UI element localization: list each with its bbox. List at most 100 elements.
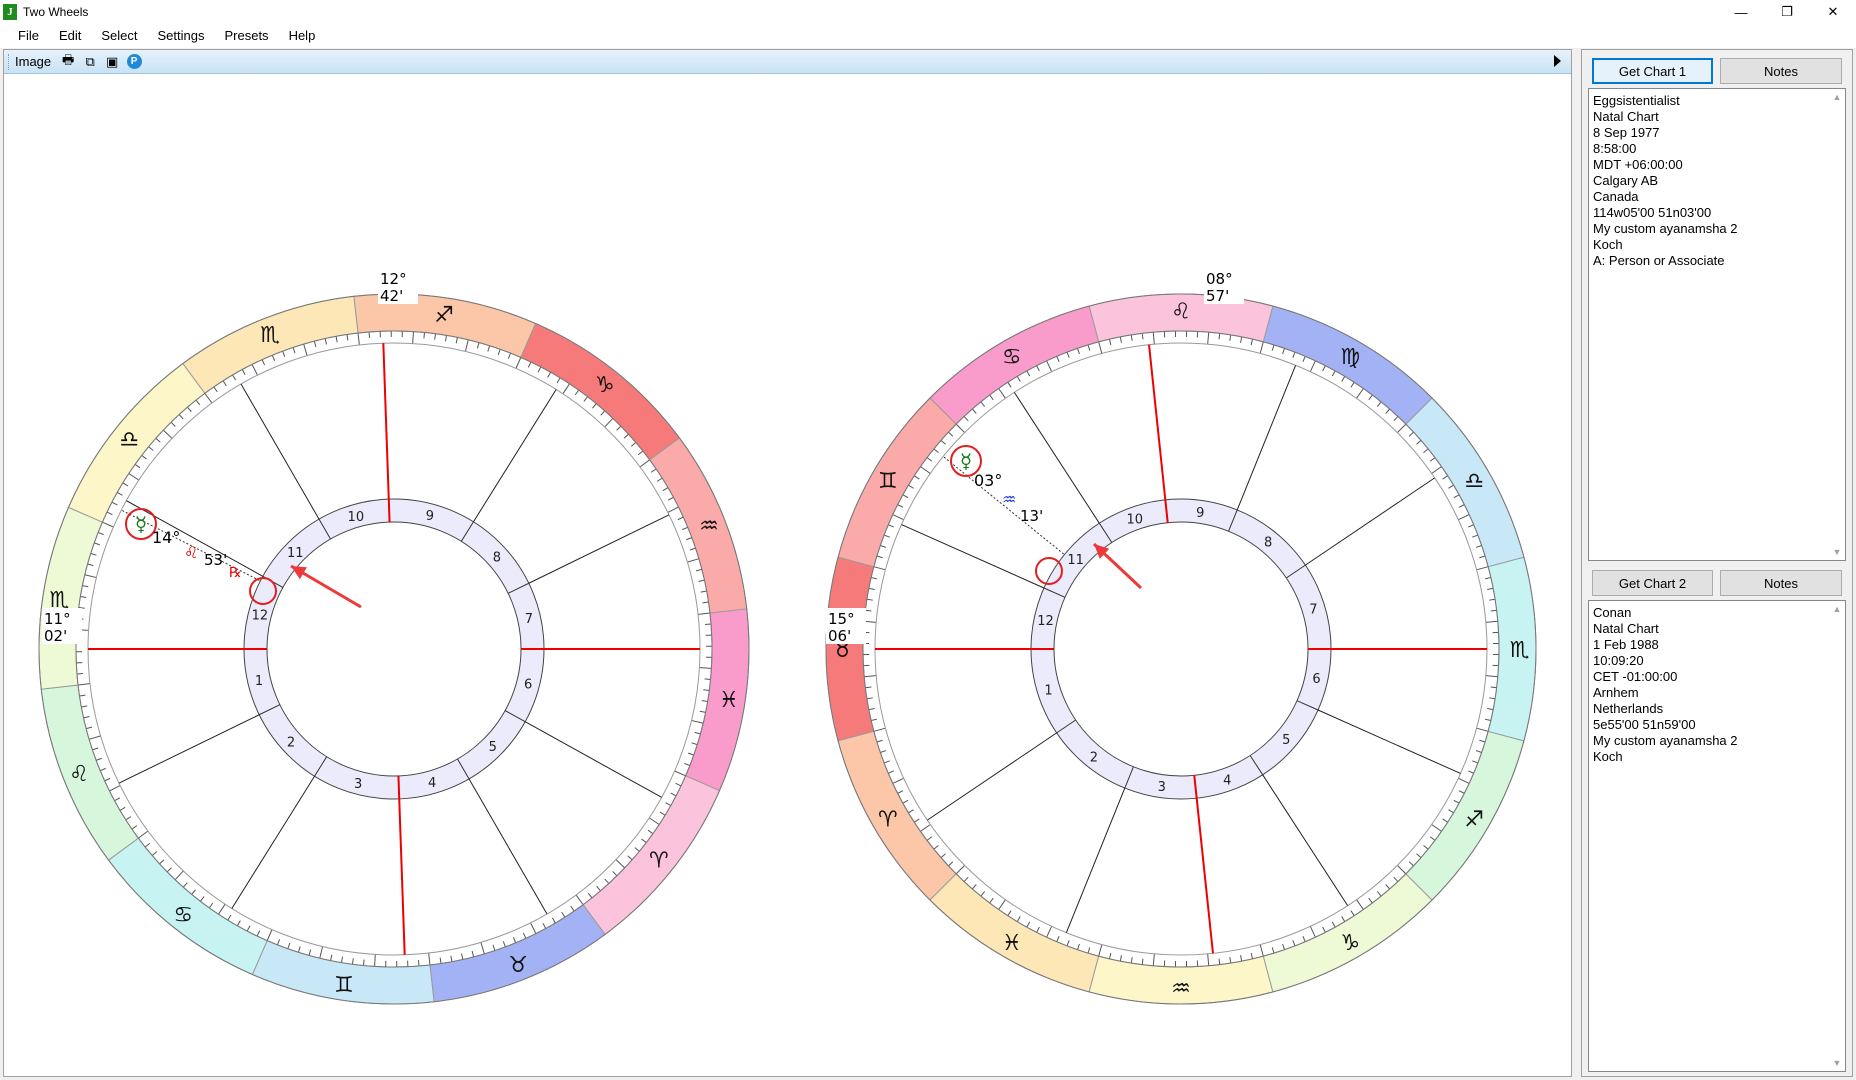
- degree-tick: [1322, 365, 1326, 372]
- degree-tick: [600, 410, 606, 416]
- degree-tick: [883, 534, 890, 538]
- degree-tick: [1259, 341, 1264, 354]
- degree-tick: [530, 922, 537, 934]
- house-ring-inner: [266, 521, 522, 777]
- degree-tick: [319, 946, 324, 959]
- toolbar-grip[interactable]: [8, 53, 11, 70]
- p-icon-wrap[interactable]: P: [125, 53, 143, 71]
- house-number: 4: [428, 776, 436, 791]
- get-chart-2-button[interactable]: Get Chart 2: [1592, 570, 1713, 596]
- chart-2-scrollbar[interactable]: ▲ ▼: [1829, 601, 1845, 1071]
- degree-tick: [200, 896, 205, 902]
- degree-tick: [656, 477, 663, 482]
- degree-tick: [346, 334, 349, 341]
- degree-tick: [892, 777, 904, 784]
- degree-tick: [1468, 770, 1474, 774]
- chart-2-info[interactable]: Conan Natal Chart 1 Feb 1988 10:09:20 CET -0…: [1588, 600, 1846, 1072]
- print-icon[interactable]: 🖶: [59, 52, 77, 71]
- degree-tick: [159, 859, 165, 865]
- degree-tick: [445, 335, 447, 342]
- toolbar-overflow-arrow-icon[interactable]: [1554, 55, 1561, 67]
- degree-tick: [871, 576, 878, 580]
- wheels-pane: Image 🖶 ⧉ ▣ P ♌ ♋ ♊ ♉ ♈ ♓ ♒ ♑ ♐ ♏ ♎ ♏ 1 2 3 4 5 6 7 8 9 10 11 1…: [3, 49, 1572, 1077]
- house-number: 12: [252, 608, 269, 623]
- degree-tick: [583, 396, 588, 402]
- degree-tick: [865, 609, 872, 612]
- chart-info-pane: Get Chart 1 Notes Eggsistentialist Natal …: [1581, 49, 1853, 1077]
- degree-tick: [1356, 899, 1364, 910]
- menu-settings[interactable]: Settings: [148, 24, 215, 48]
- house-ring-inner: [1053, 521, 1309, 777]
- degree-tick: [665, 802, 672, 807]
- degree-tick: [570, 905, 575, 912]
- degree-tick: [615, 859, 626, 869]
- degree-tick: [551, 917, 556, 924]
- degree-tick: [102, 521, 114, 528]
- degree-tick: [694, 731, 701, 735]
- degree-tick: [1416, 853, 1422, 859]
- degree-tick: [637, 450, 644, 456]
- close-button[interactable]: ✕: [1810, 0, 1856, 24]
- notes-2-button[interactable]: Notes: [1720, 570, 1842, 596]
- degree-tick: [182, 882, 188, 888]
- degree-tick: [1046, 926, 1053, 938]
- zodiac-sign-glyph-icon: ♍: [1340, 345, 1360, 370]
- degree-tick: [873, 566, 886, 571]
- scroll-up-icon[interactable]: ▲: [1829, 89, 1845, 105]
- chart2-line: Arnhem: [1593, 685, 1639, 700]
- menu-help[interactable]: Help: [279, 24, 326, 48]
- copy-icon[interactable]: ⧉: [81, 53, 99, 71]
- p-icon: P: [126, 54, 142, 69]
- menu-bar: File Edit Select Settings Presets Help: [0, 24, 1856, 48]
- zodiac-sign-glyph-icon: ♈: [649, 849, 669, 874]
- degree-tick: [1479, 739, 1486, 743]
- title-bar: J Two Wheels — ❐ ✕: [0, 0, 1856, 24]
- scroll-down-icon[interactable]: ▼: [1829, 1055, 1845, 1071]
- degree-tick: [141, 455, 147, 460]
- degree-tick: [297, 946, 301, 953]
- degree-tick: [324, 338, 327, 345]
- chart2-line: CET -01:00:00: [1593, 669, 1678, 684]
- degree-tick: [1292, 940, 1296, 947]
- degree-tick: [1087, 947, 1091, 954]
- degree-tick: [686, 537, 693, 541]
- degree-tick: [876, 739, 883, 743]
- menu-file[interactable]: File: [8, 24, 49, 48]
- house-number: 8: [493, 550, 501, 565]
- degree-tick: [461, 953, 464, 960]
- degree-tick: [1479, 555, 1486, 559]
- menu-edit[interactable]: Edit: [49, 24, 91, 48]
- degree-tick: [1368, 897, 1373, 904]
- degree-tick: [222, 380, 227, 387]
- degree-tick: [116, 491, 123, 496]
- degree-tick: [667, 506, 679, 513]
- degree-tick: [512, 937, 517, 943]
- degree-tick: [109, 785, 121, 792]
- chart-1-info[interactable]: Eggsistentialist Natal Chart 8 Sep 1977 8:5…: [1588, 88, 1846, 561]
- image-icon[interactable]: ▣: [103, 53, 121, 71]
- minimize-button[interactable]: —: [1718, 0, 1764, 24]
- degree-tick: [1442, 475, 1448, 480]
- house-number: 9: [1196, 506, 1204, 521]
- chart-1-scrollbar[interactable]: ▲ ▼: [1829, 89, 1845, 560]
- menu-select[interactable]: Select: [91, 24, 147, 48]
- degree-tick: [700, 590, 707, 593]
- degree-tick: [926, 457, 933, 462]
- degree-tick: [79, 694, 86, 697]
- degree-tick: [695, 568, 702, 572]
- degree-tick: [507, 352, 512, 359]
- degree-tick: [1385, 408, 1391, 414]
- get-chart-1-button[interactable]: Get Chart 1: [1592, 58, 1713, 84]
- menu-presets[interactable]: Presets: [214, 24, 278, 48]
- scroll-down-icon[interactable]: ▼: [1829, 544, 1845, 560]
- house-number: 2: [1090, 751, 1098, 766]
- degree-tick: [1429, 457, 1436, 462]
- degree-tick: [1429, 836, 1436, 841]
- chart2-line: Conan: [1593, 605, 1632, 620]
- maximize-button[interactable]: ❐: [1764, 0, 1810, 24]
- degree-tick: [697, 612, 711, 615]
- scroll-up-icon[interactable]: ▲: [1829, 601, 1845, 617]
- degree-tick: [1056, 936, 1060, 942]
- degree-tick: [246, 925, 251, 932]
- notes-1-button[interactable]: Notes: [1720, 58, 1842, 84]
